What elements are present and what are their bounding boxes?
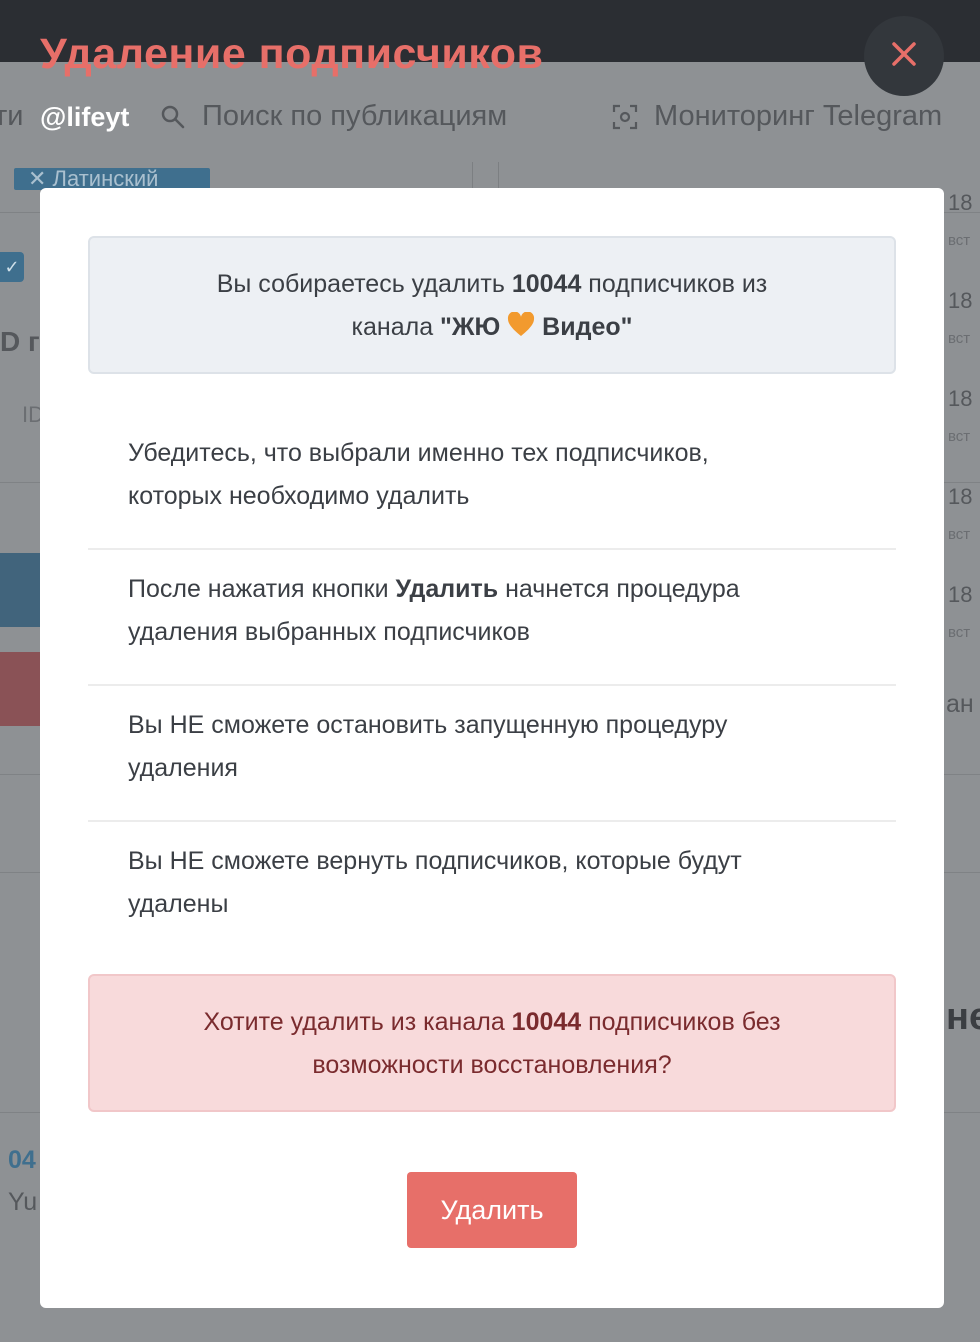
info-line-1: Вы собираетесь удалить 10044 подписчиков…	[90, 263, 894, 306]
orange-heart-icon	[507, 309, 535, 352]
note-text: Убедитесь, что выбрали именно тех подпис…	[128, 439, 709, 467]
note-text: Вы НЕ сможете остановить запущенную проц…	[128, 711, 728, 739]
close-icon	[891, 41, 917, 72]
scan-icon	[610, 102, 640, 132]
side-subvalue: вст	[948, 330, 971, 347]
bg-button-blue[interactable]	[0, 553, 42, 627]
note-item: Вы НЕ сможете остановить запущенную проц…	[88, 686, 896, 822]
side-subvalue: вст	[948, 526, 971, 543]
bg-button-red[interactable]	[0, 652, 42, 726]
nav-item-monitoring[interactable]: Мониторинг Telegram	[610, 100, 942, 133]
side-value: 18	[948, 582, 973, 607]
nav-item-fragment[interactable]: ти	[0, 100, 23, 133]
nav-item-search-label: Поиск по публикациям	[202, 100, 508, 132]
channel-name-end: Видео"	[535, 313, 633, 341]
nav-item-fragment-label: ти	[0, 100, 24, 132]
delete-button[interactable]: Удалить	[407, 1172, 577, 1248]
warning-box: Хотите удалить из канала 10044 подписчик…	[88, 974, 896, 1112]
nav-item-search[interactable]: Поиск по публикациям	[158, 100, 507, 133]
warning-line-1: Хотите удалить из канала 10044 подписчик…	[90, 1001, 894, 1044]
row-number-fragment: 04	[8, 1146, 36, 1174]
note-text: которых необходимо удалить	[128, 482, 470, 510]
side-value: 18	[948, 190, 973, 215]
info-box: Вы собираетесь удалить 10044 подписчиков…	[88, 236, 896, 374]
column-fragment: D г	[0, 326, 40, 357]
side-value: 18	[948, 484, 973, 509]
filter-chip[interactable]: ✕ Латинский	[14, 168, 210, 190]
side-subvalue: вст	[948, 428, 971, 445]
info-count: 10044	[511, 270, 582, 298]
nav-item-monitoring-label: Мониторинг Telegram	[654, 100, 943, 132]
warning-prefix: Хотите удалить из канала	[203, 1008, 512, 1036]
side-subvalue: вст	[948, 232, 971, 249]
app-bottom-strip	[0, 1308, 980, 1342]
search-icon	[158, 102, 188, 132]
warning-line-2: возможности восстановления?	[312, 1051, 672, 1079]
note-item: Вы НЕ сможете вернуть подписчиков, котор…	[88, 822, 896, 958]
note-item: После нажатия кнопки Удалить начнется пр…	[88, 550, 896, 686]
right-heading-fragment: не	[946, 996, 980, 1038]
right-fragment: ан	[946, 690, 974, 718]
note-text: После нажатия кнопки	[128, 575, 396, 603]
note-text: Вы НЕ сможете вернуть подписчиков, котор…	[128, 847, 742, 875]
channel-name-start: "ЖЮ	[440, 313, 508, 341]
checkbox[interactable]: ✓	[0, 252, 24, 282]
info-middle: подписчиков из	[581, 270, 768, 298]
modal-title: Удаление подписчиков	[40, 30, 544, 78]
modal-dialog: Вы собираетесь удалить 10044 подписчиков…	[40, 188, 944, 1308]
info-line2-prefix: канала	[351, 313, 441, 341]
side-value: 18	[948, 386, 973, 411]
close-button[interactable]	[864, 16, 944, 96]
side-value: 18	[948, 288, 973, 313]
note-text: удаления	[128, 754, 238, 782]
note-text: удалены	[128, 890, 229, 918]
notes-list: Убедитесь, что выбрали именно тех подпис…	[88, 414, 896, 958]
side-subvalue: вст	[948, 624, 971, 641]
warning-count: 10044	[511, 1008, 582, 1036]
info-line-2: канала "ЖЮ Видео"	[90, 306, 894, 352]
info-prefix: Вы собираетесь удалить	[216, 270, 512, 298]
row-name-fragment: Yu	[8, 1188, 38, 1216]
warning-suffix: подписчиков без	[581, 1008, 781, 1036]
channel-handle: @lifeyt	[40, 102, 130, 132]
note-bold-text: Удалить	[395, 575, 499, 603]
note-item: Убедитесь, что выбрали именно тех подпис…	[88, 414, 896, 550]
